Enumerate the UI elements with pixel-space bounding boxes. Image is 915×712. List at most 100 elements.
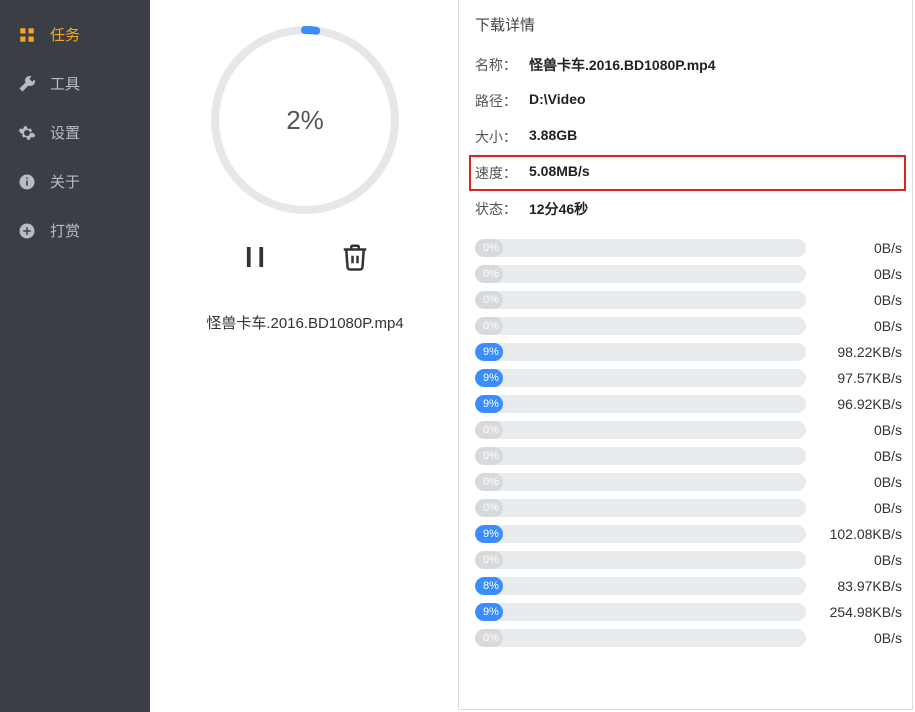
sidebar-item-label: 工具: [50, 73, 80, 94]
connection-speed: 0B/s: [816, 422, 902, 438]
connection-speed: 83.97KB/s: [816, 578, 902, 594]
sidebar-item-tools[interactable]: 工具: [0, 59, 150, 108]
sidebar: 任务工具设置关于打赏: [0, 0, 150, 712]
connection-progress-bar: 0%: [475, 291, 806, 309]
connection-speed: 0B/s: [816, 266, 902, 282]
connection-row: 9% 97.57KB/s: [475, 365, 902, 391]
details-panel: 下载详情 名称： 怪兽卡车.2016.BD1080P.mp4 路径： D:\Vi…: [458, 0, 913, 710]
connection-row: 9% 96.92KB/s: [475, 391, 902, 417]
wrench-icon: [18, 75, 36, 93]
info-row-speed: 速度： 5.08MB/s: [469, 155, 906, 191]
connection-row: 0% 0B/s: [475, 547, 902, 573]
connection-row: 0% 0B/s: [475, 287, 902, 313]
connection-row: 0% 0B/s: [475, 417, 902, 443]
info-value: 3.88GB: [529, 127, 577, 147]
info-value: D:\Video: [529, 91, 586, 111]
grid-icon: [18, 26, 36, 44]
info-icon: [18, 173, 36, 191]
sidebar-item-tasks[interactable]: 任务: [0, 10, 150, 59]
connection-progress-fill: 0%: [475, 551, 503, 569]
connection-progress-bar: 8%: [475, 577, 806, 595]
pause-button[interactable]: [240, 242, 270, 272]
info-label: 大小：: [475, 127, 529, 147]
connection-progress-bar: 0%: [475, 447, 806, 465]
info-label: 路径：: [475, 91, 529, 111]
gear-icon: [18, 124, 36, 142]
connection-speed: 0B/s: [816, 318, 902, 334]
connection-row: 9% 98.22KB/s: [475, 339, 902, 365]
connection-progress-fill: 9%: [475, 603, 503, 621]
connection-row: 9% 102.08KB/s: [475, 521, 902, 547]
sidebar-item-settings[interactable]: 设置: [0, 108, 150, 157]
connection-progress-fill: 0%: [475, 473, 503, 491]
connection-progress-fill: 9%: [475, 525, 503, 543]
connection-speed: 102.08KB/s: [816, 526, 902, 542]
plus-circle-icon: [18, 222, 36, 240]
connection-progress-bar: 0%: [475, 239, 806, 257]
connection-progress-bar: 0%: [475, 551, 806, 569]
connection-speed: 0B/s: [816, 240, 902, 256]
task-filename: 怪兽卡车.2016.BD1080P.mp4: [150, 312, 460, 333]
info-row-name: 名称： 怪兽卡车.2016.BD1080P.mp4: [475, 47, 906, 83]
connection-progress-fill: 0%: [475, 421, 503, 439]
connection-progress-fill: 8%: [475, 577, 503, 595]
connection-progress-fill: 9%: [475, 369, 503, 387]
connection-progress-bar: 9%: [475, 603, 806, 621]
connection-progress-fill: 0%: [475, 265, 503, 283]
connection-row: 0% 0B/s: [475, 495, 902, 521]
info-row-status: 状态： 12分46秒: [475, 191, 906, 227]
connection-speed: 0B/s: [816, 474, 902, 490]
connection-row: 0% 0B/s: [475, 313, 902, 339]
connection-progress-fill: 0%: [475, 499, 503, 517]
connection-progress-fill: 0%: [475, 447, 503, 465]
connection-row: 0% 0B/s: [475, 443, 902, 469]
connection-speed: 0B/s: [816, 292, 902, 308]
connection-speed: 254.98KB/s: [816, 604, 902, 620]
connection-speed: 0B/s: [816, 552, 902, 568]
task-pane: 2% 怪兽卡车.2016.BD1080P.mp4: [150, 0, 460, 712]
connection-progress-fill: 9%: [475, 343, 503, 361]
info-row-path: 路径： D:\Video: [475, 83, 906, 119]
connection-progress-bar: 0%: [475, 265, 806, 283]
connection-row: 0% 0B/s: [475, 469, 902, 495]
connection-progress-fill: 0%: [475, 291, 503, 309]
connection-progress-bar: 0%: [475, 629, 806, 647]
connection-progress-bar: 0%: [475, 421, 806, 439]
connection-progress-bar: 0%: [475, 473, 806, 491]
connection-speed: 97.57KB/s: [816, 370, 902, 386]
connection-progress-bar: 0%: [475, 499, 806, 517]
connection-progress-bar: 9%: [475, 369, 806, 387]
connection-speed: 0B/s: [816, 448, 902, 464]
connection-progress-bar: 9%: [475, 395, 806, 413]
connection-row: 0% 0B/s: [475, 625, 902, 651]
connection-progress-bar: 0%: [475, 317, 806, 335]
delete-button[interactable]: [340, 242, 370, 272]
connection-row: 0% 0B/s: [475, 261, 902, 287]
sidebar-item-label: 关于: [50, 171, 80, 192]
progress-percent-label: 2%: [205, 20, 405, 220]
pause-icon: [240, 242, 270, 272]
connections-list[interactable]: 0% 0B/s 0% 0B/s 0% 0B/s 0% 0B/s 9% 98.22KB/s 9% 97.…: [475, 235, 906, 695]
connection-row: 8% 83.97KB/s: [475, 573, 902, 599]
connection-progress-bar: 9%: [475, 343, 806, 361]
connection-progress-fill: 0%: [475, 629, 503, 647]
info-label: 速度：: [475, 163, 529, 183]
sidebar-item-label: 设置: [50, 122, 80, 143]
connection-progress-fill: 9%: [475, 395, 503, 413]
connection-speed: 0B/s: [816, 500, 902, 516]
connection-row: 0% 0B/s: [475, 235, 902, 261]
info-value: 怪兽卡车.2016.BD1080P.mp4: [529, 55, 716, 75]
connection-speed: 98.22KB/s: [816, 344, 902, 360]
connection-progress-bar: 9%: [475, 525, 806, 543]
connection-progress-fill: 0%: [475, 239, 503, 257]
info-label: 状态：: [475, 199, 529, 219]
details-title: 下载详情: [475, 14, 906, 35]
info-row-size: 大小： 3.88GB: [475, 119, 906, 155]
sidebar-item-donate[interactable]: 打赏: [0, 206, 150, 255]
info-value: 5.08MB/s: [529, 163, 590, 183]
progress-ring: 2%: [205, 20, 405, 220]
sidebar-item-label: 打赏: [50, 220, 80, 241]
sidebar-item-about[interactable]: 关于: [0, 157, 150, 206]
connection-speed: 96.92KB/s: [816, 396, 902, 412]
connection-speed: 0B/s: [816, 630, 902, 646]
